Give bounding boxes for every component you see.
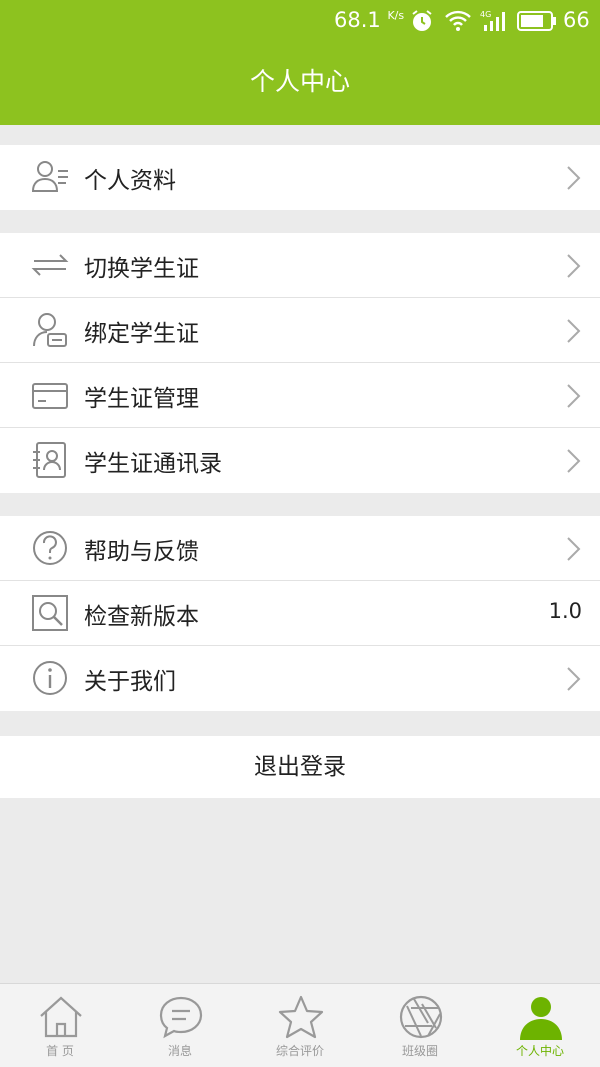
menu-item-label: 切换学生证 [84, 256, 199, 282]
person-icon [520, 997, 562, 1040]
star-icon [278, 995, 324, 1039]
alarm-icon [412, 10, 432, 31]
svg-text:4G: 4G [480, 10, 491, 19]
signal-icon: 4G [480, 10, 505, 31]
chevron-right-icon [567, 667, 581, 691]
top-bar: 68.1 K/s 4G 66 个人中心 [0, 0, 600, 125]
info-icon [33, 661, 67, 695]
tab-messages[interactable]: 消息 [120, 984, 240, 1067]
page-title: 个人中心 [249, 67, 350, 96]
search-icon [32, 595, 68, 631]
menu-item-label: 关于我们 [84, 669, 176, 695]
menu-item-profile[interactable]: 个人资料 [0, 145, 600, 210]
bottom-tab-bar: 首 页 消息 综合评价 班级圈 个人中心 [0, 983, 600, 1067]
menu-item-label: 检查新版本 [84, 604, 199, 630]
card-icon [32, 383, 68, 409]
menu-item-help[interactable]: 帮助与反馈 [0, 516, 600, 581]
logout-button[interactable]: 退出登录 [0, 736, 600, 798]
battery-level: 66 [563, 8, 590, 32]
tab-evaluation[interactable]: 综合评价 [240, 984, 360, 1067]
tab-profile[interactable]: 个人中心 [480, 984, 600, 1067]
switch-icon [31, 254, 69, 276]
menu-item-check-version[interactable]: 检查新版本 1.0 [0, 581, 600, 646]
bind-user-icon [33, 313, 67, 347]
menu-item-label: 个人资料 [84, 168, 176, 194]
menu-item-label: 绑定学生证 [84, 321, 199, 347]
chevron-right-icon [567, 449, 581, 473]
menu-group-about: 帮助与反馈 检查新版本 1.0 关于我们 [0, 516, 600, 711]
menu-item-label: 学生证管理 [84, 386, 199, 412]
wifi-icon [445, 10, 471, 31]
menu-item-label: 学生证通讯录 [84, 451, 222, 477]
chevron-right-icon [567, 319, 581, 343]
menu-item-label: 帮助与反馈 [84, 539, 199, 565]
tab-label: 消息 [167, 1044, 192, 1058]
status-bar: 68.1 K/s 4G 66 [0, 0, 600, 42]
help-icon [33, 531, 67, 565]
menu-group-card: 切换学生证 绑定学生证 学生证管理 学生证通讯录 [0, 233, 600, 493]
menu-item-about-us[interactable]: 关于我们 [0, 646, 600, 711]
contacts-icon [33, 442, 66, 478]
version-value: 1.0 [548, 599, 582, 623]
message-icon [159, 996, 203, 1039]
menu-item-card-manage[interactable]: 学生证管理 [0, 363, 600, 428]
battery-icon [517, 11, 556, 31]
chevron-right-icon [567, 384, 581, 408]
network-speed: 68.1 K/s [334, 8, 405, 32]
menu-item-contacts[interactable]: 学生证通讯录 [0, 428, 600, 493]
tab-label: 综合评价 [275, 1044, 324, 1058]
menu-item-switch-card[interactable]: 切换学生证 [0, 233, 600, 298]
chevron-right-icon [567, 254, 581, 278]
tab-home[interactable]: 首 页 [0, 984, 120, 1067]
aperture-icon [399, 995, 443, 1039]
chevron-right-icon [567, 166, 581, 190]
home-icon [40, 996, 82, 1038]
tab-label: 首 页 [46, 1044, 74, 1058]
menu-group-profile: 个人资料 [0, 145, 600, 210]
tab-label: 个人中心 [515, 1044, 564, 1058]
chevron-right-icon [567, 537, 581, 561]
tab-label: 班级圈 [401, 1044, 438, 1058]
profile-icon [31, 161, 68, 192]
menu-item-bind-card[interactable]: 绑定学生证 [0, 298, 600, 363]
tab-class-circle[interactable]: 班级圈 [360, 984, 480, 1067]
